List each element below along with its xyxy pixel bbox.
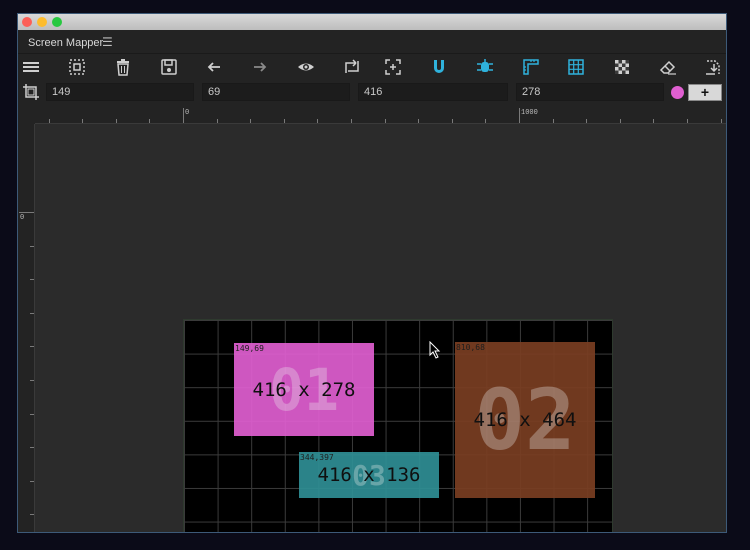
ruler-label: 0 [20, 214, 25, 222]
region-01[interactable]: 149,69 01 416 x 278 [234, 343, 374, 436]
ruler-tick [283, 119, 285, 123]
maximize-window-button[interactable] [52, 17, 62, 27]
ruler-tick [351, 119, 352, 123]
crop-icon [20, 81, 42, 103]
ruler-tick [485, 119, 487, 123]
vertical-ruler: 0 [18, 124, 35, 532]
screen-mapper-window: Screen Mapper ☰ 149 69 416 278 + 0 1000 … [17, 13, 727, 533]
horizontal-ruler: 0 1000 [35, 107, 726, 124]
trash-icon[interactable] [112, 56, 134, 78]
crosshair-icon[interactable] [382, 56, 404, 78]
ruler-tick [317, 119, 319, 123]
mouse-cursor-icon [429, 341, 441, 359]
ruler-tick [519, 108, 520, 123]
hamburger-menu-icon[interactable]: ☰ [102, 35, 113, 49]
ruler-tick [30, 447, 34, 449]
ruler-tick [149, 119, 151, 123]
ruler-tick [30, 413, 34, 415]
ruler-tick [216, 119, 218, 123]
ruler-tick [586, 119, 588, 123]
ruler-tick [48, 119, 50, 123]
minimize-window-button[interactable] [37, 17, 47, 27]
save-icon[interactable] [158, 56, 180, 78]
export-icon[interactable] [702, 56, 724, 78]
height-field[interactable]: 278 [516, 83, 664, 101]
ruler-tick [30, 312, 34, 314]
ruler-tick [418, 119, 420, 123]
ruler-tick [30, 514, 34, 516]
select-region-icon[interactable] [66, 56, 88, 78]
x-field[interactable]: 149 [46, 83, 194, 101]
ruler-tick [30, 346, 34, 348]
region-dimensions: 416 x 278 [252, 378, 356, 401]
magnet-icon[interactable] [428, 56, 450, 78]
ruler-tick [30, 279, 34, 281]
panel-header: Screen Mapper ☰ [18, 30, 726, 54]
menu-icon[interactable] [20, 56, 42, 78]
toolbar [18, 54, 726, 80]
region-dimensions: 416 x 464 [473, 409, 577, 431]
eye-icon[interactable] [295, 56, 317, 78]
ruler-tick [30, 245, 34, 247]
ruler-tick [720, 119, 722, 123]
canvas-workspace[interactable]: 149,69 01 416 x 278 810,68 02 416 x 464 … [35, 124, 726, 532]
region-03[interactable]: 344,397 03 416 x 136 [299, 452, 439, 498]
region-dimensions: 416 x 136 [317, 464, 421, 486]
region-coord: 344,397 [300, 453, 334, 462]
eraser-icon[interactable] [657, 56, 679, 78]
ruler-icon[interactable] [520, 56, 542, 78]
ruler-tick [30, 480, 34, 482]
grid-icon[interactable] [565, 56, 587, 78]
ruler-tick [115, 119, 117, 123]
ruler-tick [451, 119, 453, 123]
bug-icon[interactable] [474, 56, 496, 78]
ruler-tick [384, 119, 386, 123]
arrow-left-icon[interactable] [203, 56, 225, 78]
screen-preview[interactable]: 149,69 01 416 x 278 810,68 02 416 x 464 … [183, 319, 613, 532]
region-coord: 810,68 [456, 343, 485, 352]
region-02[interactable]: 810,68 02 416 x 464 [455, 342, 595, 498]
panel-title: Screen Mapper [28, 37, 104, 49]
ruler-tick [552, 119, 554, 123]
ruler-label: 1000 [521, 109, 538, 117]
region-inputs-row: 149 69 416 278 + [18, 80, 726, 104]
color-picker-swatch[interactable] [671, 86, 684, 99]
region-coord: 149,69 [235, 344, 264, 353]
add-region-button[interactable]: + [688, 84, 722, 101]
close-window-button[interactable] [22, 17, 32, 27]
arrow-right-icon[interactable] [249, 56, 271, 78]
width-field[interactable]: 416 [358, 83, 508, 101]
ruler-tick [687, 119, 688, 123]
ruler-tick [30, 380, 34, 381]
ruler-tick [82, 119, 84, 123]
checkerboard-icon[interactable] [611, 56, 633, 78]
y-field[interactable]: 69 [202, 83, 350, 101]
ruler-tick [19, 212, 34, 213]
ruler-tick [183, 108, 184, 123]
ruler-tick [619, 119, 621, 123]
ruler-tick [250, 119, 252, 123]
ruler-tick [653, 119, 655, 123]
title-bar [18, 14, 726, 30]
transform-icon[interactable] [341, 56, 363, 78]
ruler-label: 0 [185, 109, 190, 117]
